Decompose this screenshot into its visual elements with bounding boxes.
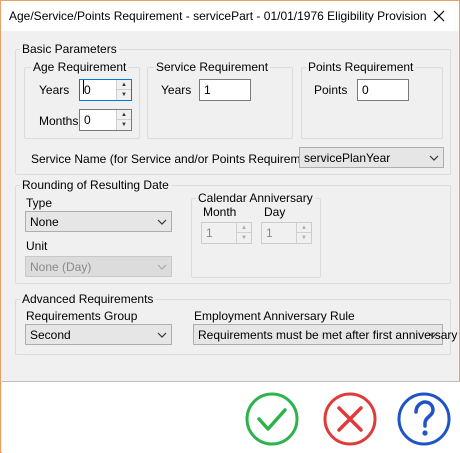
title-bar: Age/Service/Points Requirement - service…: [1, 1, 459, 31]
ok-button[interactable]: [244, 391, 300, 447]
advanced-requirements-legend: Advanced Requirements: [20, 292, 156, 306]
calendar-anniversary-legend: Calendar Anniversary: [196, 191, 315, 205]
calendar-day-spinner[interactable]: 1 ▲ ▼: [261, 222, 312, 244]
points-value: 0: [362, 83, 369, 97]
chevron-down-icon: [157, 332, 167, 338]
service-years-label: Years: [161, 83, 192, 97]
rounding-legend: Rounding of Resulting Date: [20, 178, 171, 192]
chevron-down-icon: [157, 264, 167, 270]
rounding-unit-dropdown[interactable]: None (Day): [25, 256, 172, 277]
spin-down-icon[interactable]: ▼: [117, 90, 131, 100]
footer-bar: [2, 382, 460, 453]
age-months-value: 0: [84, 113, 91, 127]
calendar-month-spinner[interactable]: 1 ▲ ▼: [201, 222, 252, 244]
close-icon[interactable]: [429, 6, 449, 26]
service-years-value: 1: [204, 83, 211, 97]
cancel-x-icon: [323, 392, 377, 446]
rounding-unit-value: None (Day): [30, 260, 92, 274]
calendar-day-label: Day: [264, 205, 286, 219]
rounding-unit-label: Unit: [26, 239, 48, 253]
cancel-button[interactable]: [322, 391, 378, 447]
spin-down-icon[interactable]: ▼: [237, 233, 251, 243]
spin-down-icon[interactable]: ▼: [117, 120, 131, 130]
calendar-month-label: Month: [203, 205, 237, 219]
points-requirement-legend: Points Requirement: [306, 60, 416, 74]
text-caret: [83, 80, 84, 94]
basic-parameters-legend: Basic Parameters: [20, 42, 119, 56]
service-requirement-legend: Service Requirement: [154, 60, 271, 74]
spin-down-icon[interactable]: ▼: [297, 233, 311, 243]
service-name-label: Service Name (for Service and/or Points …: [31, 152, 322, 166]
calendar-day-value: 1: [266, 226, 273, 240]
spin-up-icon[interactable]: ▲: [117, 80, 131, 90]
window-title: Age/Service/Points Requirement - service…: [9, 9, 427, 23]
checkmark-icon: [245, 392, 299, 446]
service-name-dropdown[interactable]: servicePlanYear: [299, 147, 444, 168]
age-requirement-legend: Age Requirement: [31, 60, 129, 74]
chevron-down-icon: [428, 332, 438, 338]
age-months-spinner[interactable]: 0 ▲ ▼: [79, 109, 132, 131]
age-years-label: Years: [39, 83, 70, 97]
service-years-input[interactable]: 1: [199, 79, 251, 101]
chevron-down-icon: [157, 219, 167, 225]
rounding-type-label: Type: [26, 196, 53, 210]
requirements-group-label: Requirements Group: [26, 309, 138, 323]
service-name-value: servicePlanYear: [304, 151, 391, 165]
question-mark-icon: [397, 392, 451, 446]
requirements-group-dropdown[interactable]: Second: [25, 324, 172, 345]
calendar-day-spin-buttons: ▲ ▼: [296, 223, 311, 243]
spin-up-icon[interactable]: ▲: [297, 223, 311, 233]
rounding-type-dropdown[interactable]: None: [25, 211, 172, 232]
points-input[interactable]: 0: [357, 79, 409, 101]
spin-up-icon[interactable]: ▲: [237, 223, 251, 233]
calendar-month-spin-buttons: ▲ ▼: [236, 223, 251, 243]
points-requirement-group: Points Requirement: [301, 60, 443, 139]
employment-anniversary-rule-dropdown[interactable]: Requirements must be met after first ann…: [193, 324, 457, 345]
dialog-window: Age/Service/Points Requirement - service…: [0, 0, 460, 453]
age-years-spinner[interactable]: 0 ▲ ▼: [79, 79, 132, 101]
service-requirement-group: Service Requirement: [147, 60, 293, 139]
age-months-label: Months: [39, 114, 79, 128]
age-months-spin-buttons: ▲ ▼: [116, 110, 131, 130]
chevron-down-icon: [429, 155, 439, 161]
points-label: Points: [314, 83, 348, 97]
employment-anniversary-rule-label: Employment Anniversary Rule: [194, 309, 355, 323]
spin-up-icon[interactable]: ▲: [117, 110, 131, 120]
employment-anniversary-rule-value: Requirements must be met after first ann…: [198, 328, 458, 342]
calendar-month-value: 1: [206, 226, 213, 240]
rounding-type-value: None: [30, 215, 59, 229]
age-years-spin-buttons: ▲ ▼: [116, 80, 131, 100]
help-button[interactable]: [396, 391, 452, 447]
requirements-group-value: Second: [30, 328, 71, 342]
age-years-value: 0: [84, 83, 91, 97]
